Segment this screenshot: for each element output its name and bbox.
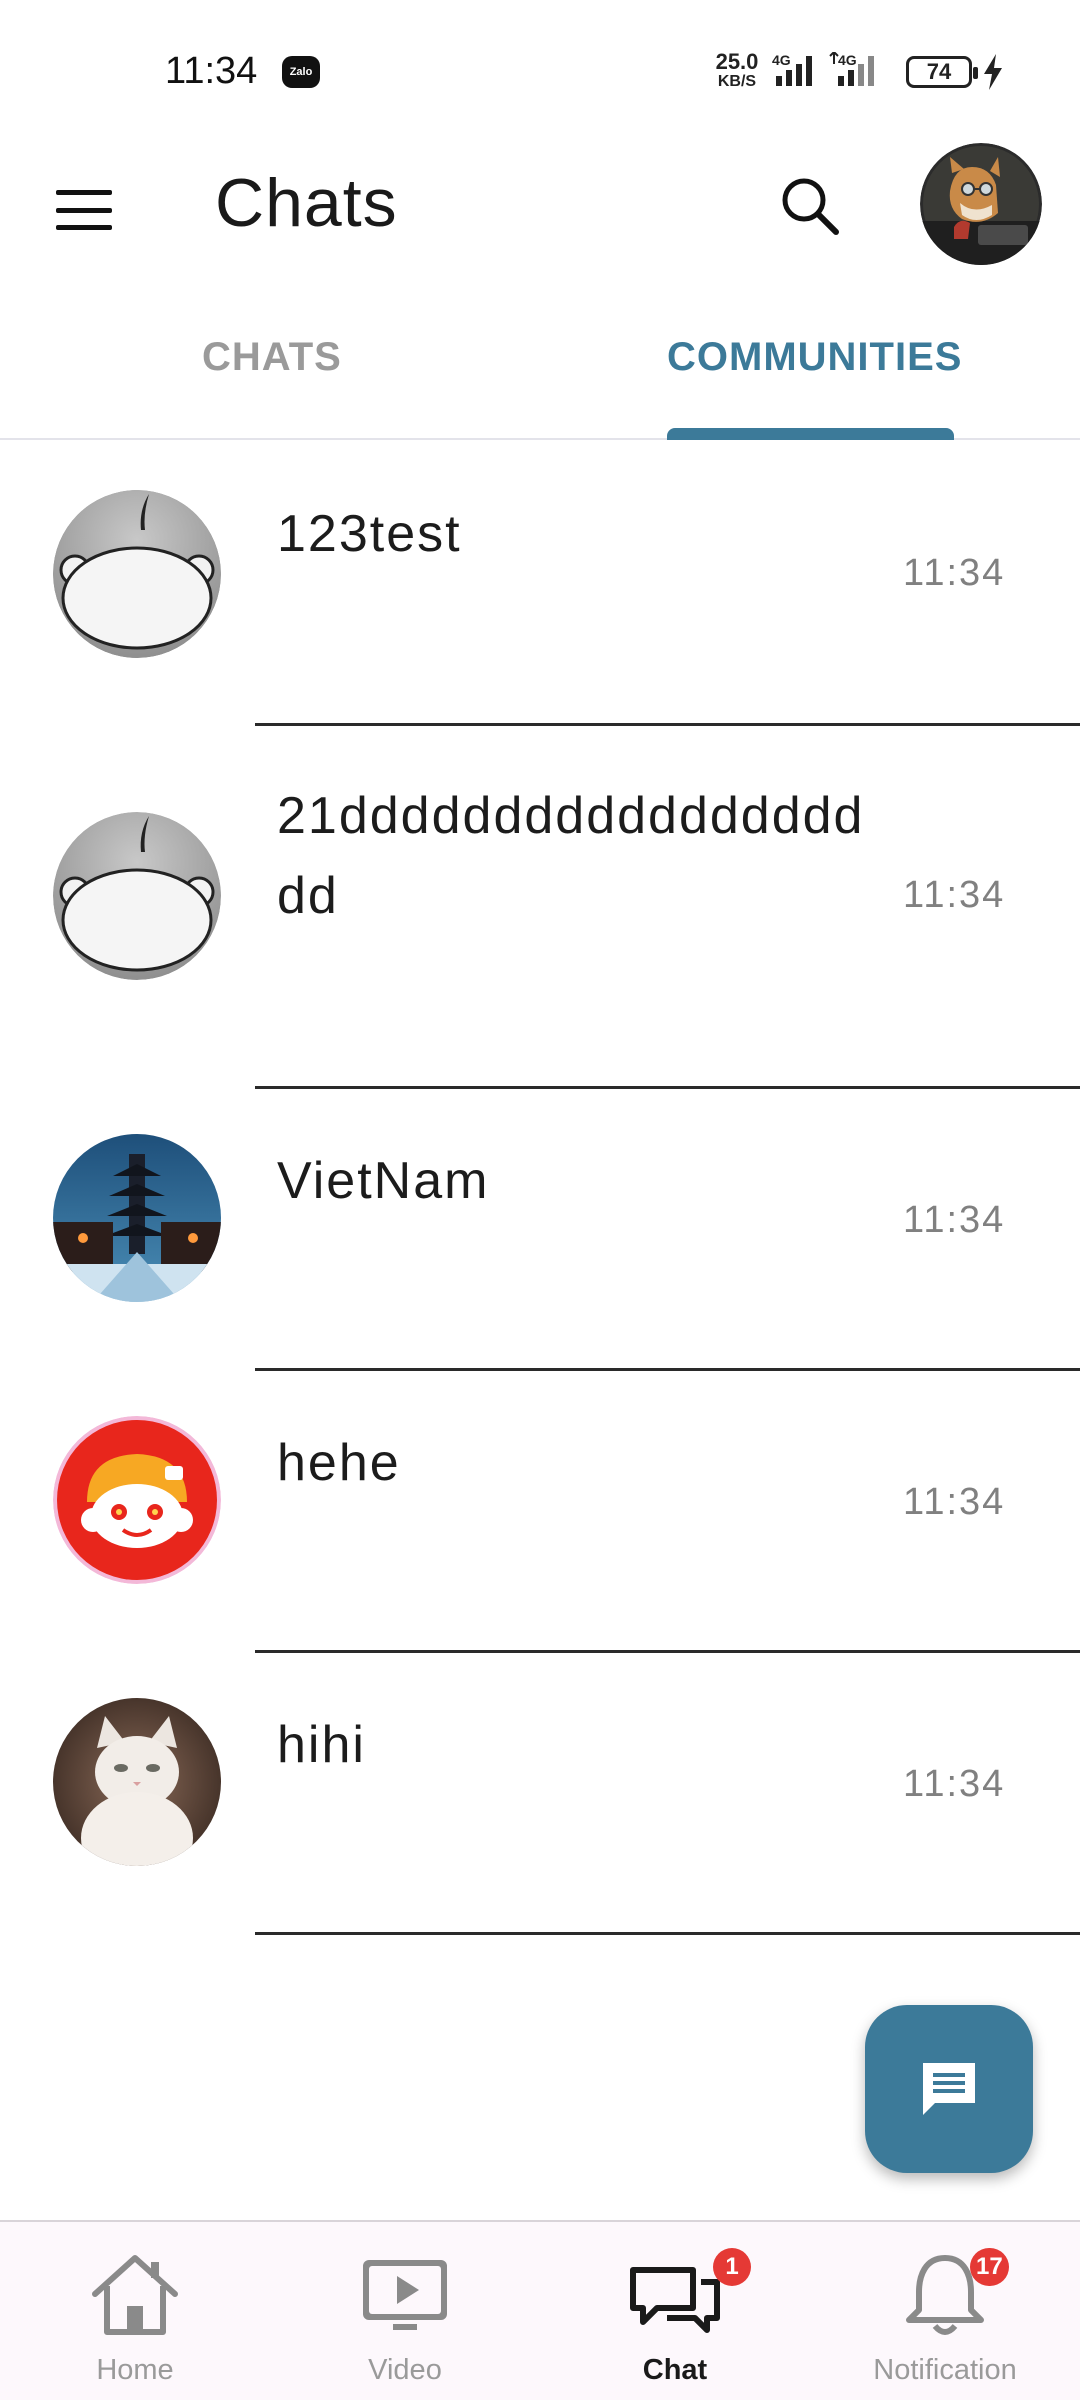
network-speed-value: 25.0: [715, 49, 759, 74]
app-bar: Chats: [0, 130, 1080, 280]
chat-item-hihi[interactable]: hihi 11:34: [0, 1653, 1080, 1935]
tab-communities[interactable]: COMMUNITIES: [667, 335, 962, 380]
mascot-avatar: [53, 1416, 221, 1584]
chat-item-123test[interactable]: 123test 11:34: [0, 440, 1080, 725]
home-icon: [92, 2255, 178, 2335]
zalo-notification-icon: Zalo: [282, 56, 320, 88]
network-speed: 25.0 KB/S: [712, 49, 762, 92]
message-icon: [923, 2063, 975, 2115]
nav-notification[interactable]: 17 Notification: [810, 2222, 1080, 2400]
chat-name: hehe: [277, 1434, 401, 1492]
nav-chat[interactable]: 1 Chat: [540, 2222, 810, 2400]
default-avatar-icon: [53, 812, 221, 980]
battery-indicator: 74: [906, 56, 978, 88]
chat-time: 11:34: [903, 1481, 1006, 1523]
search-icon[interactable]: [774, 170, 846, 242]
list-divider: [255, 1932, 1080, 1935]
charging-icon: [984, 54, 1002, 90]
kitten-avatar: [53, 1698, 221, 1866]
chat-item-vietnam[interactable]: VietNam 11:34: [0, 1089, 1080, 1371]
chat-badge: 1: [713, 2248, 751, 2286]
tab-chats[interactable]: CHATS: [202, 335, 342, 380]
chat-icon: [630, 2267, 720, 2333]
nav-label: Chat: [642, 2354, 708, 2386]
vietnam-group-avatar: [53, 1134, 221, 1302]
chat-name: hihi: [277, 1716, 366, 1774]
signal-label: 4G: [772, 52, 791, 68]
chat-name: VietNam: [277, 1152, 490, 1210]
chat-item-21ddd[interactable]: 21ddddddddddddddddddd 11:34: [0, 726, 1080, 1088]
chat-item-hehe[interactable]: hehe 11:34: [0, 1371, 1080, 1653]
cell-signal-2-icon: 4G: [829, 52, 874, 86]
status-time: 11:34: [165, 50, 258, 92]
chat-time: 11:34: [903, 1763, 1006, 1805]
video-icon: [363, 2260, 447, 2330]
chat-time: 11:34: [903, 874, 1006, 916]
notification-badge: 17: [970, 2248, 1009, 2286]
chat-name: 123test: [277, 505, 462, 563]
signal-2-label: 4G: [838, 52, 857, 68]
nav-label: Notification: [873, 2354, 1017, 2386]
nav-video[interactable]: Video: [270, 2222, 540, 2400]
tab-bar: CHATS COMMUNITIES: [0, 290, 1080, 440]
nav-home[interactable]: Home: [0, 2222, 270, 2400]
network-speed-unit: KB/S: [717, 73, 757, 90]
chat-time: 11:34: [903, 1199, 1006, 1241]
default-avatar-icon: [53, 490, 221, 658]
cell-signal-icon: 4G: [772, 52, 812, 86]
new-chat-button[interactable]: [865, 2005, 1033, 2173]
chat-time: 11:34: [903, 552, 1006, 594]
nav-label: Video: [368, 2354, 442, 2386]
menu-icon[interactable]: [50, 182, 118, 238]
chat-name: 21ddddddddddddddddddd: [277, 787, 865, 925]
status-bar: 11:34 Zalo 25.0 KB/S 4G 4G 74: [0, 0, 1080, 130]
page-title: Chats: [215, 165, 398, 241]
bottom-navigation: Home Video 1 Chat 17 Notification: [0, 2220, 1080, 2400]
nav-label: Home: [96, 2354, 174, 2386]
active-tab-indicator: [667, 428, 954, 440]
profile-avatar[interactable]: [920, 143, 1042, 265]
